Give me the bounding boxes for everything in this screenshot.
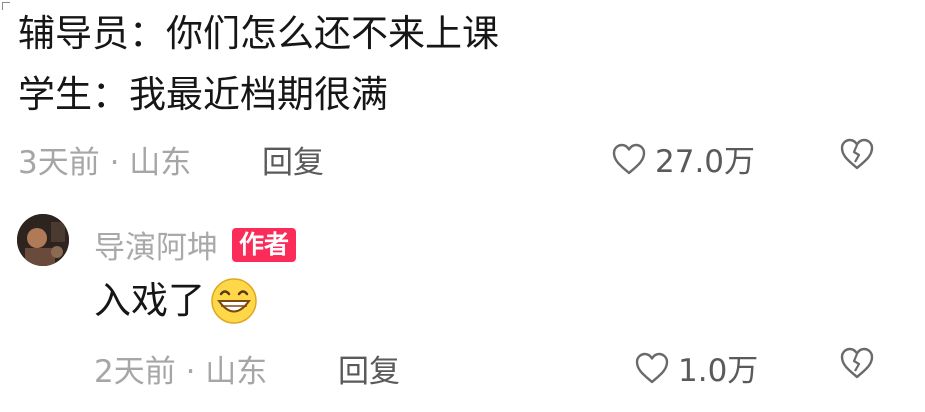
broken-heart-icon (840, 138, 874, 170)
reply-text: 入戏了 (94, 279, 205, 322)
reply-author-name[interactable]: 导演阿坤 (94, 222, 218, 267)
comment-reply-button[interactable]: 回复 (262, 137, 324, 182)
grinning-face-icon (211, 278, 257, 324)
broken-heart-icon (840, 347, 874, 379)
comment-line-1: 辅导员：你们怎么还不来上课 (18, 12, 499, 55)
reply-like-button[interactable]: 1.0万 (634, 345, 758, 390)
heart-outline-icon (635, 352, 669, 383)
comment-line-2: 学生：我最近档期很满 (18, 73, 388, 116)
comment-dislike-button[interactable] (838, 137, 876, 175)
avatar[interactable] (17, 214, 69, 266)
comment-like-count: 27.0万 (655, 144, 756, 180)
reply-like-count: 1.0万 (678, 353, 759, 389)
comment-like-button[interactable]: 27.0万 (611, 136, 755, 181)
heart-outline-icon (612, 143, 646, 174)
reply-text-row: 入戏了 (94, 276, 259, 326)
comment-time-location: 3天前 · 山东 (18, 145, 192, 181)
reply-author-row: 导演阿坤 作者 (94, 222, 297, 267)
comment: 辅导员：你们怎么还不来上课 学生：我最近档期很满 (18, 10, 499, 119)
reply-time-location: 2天前 · 山东 (94, 354, 268, 390)
avatar-image (17, 214, 69, 266)
crop-corner-mark (2, 2, 10, 10)
author-badge: 作者 (232, 227, 297, 262)
reply-dislike-button[interactable] (838, 346, 876, 384)
reply-reply-button[interactable]: 回复 (338, 346, 400, 391)
